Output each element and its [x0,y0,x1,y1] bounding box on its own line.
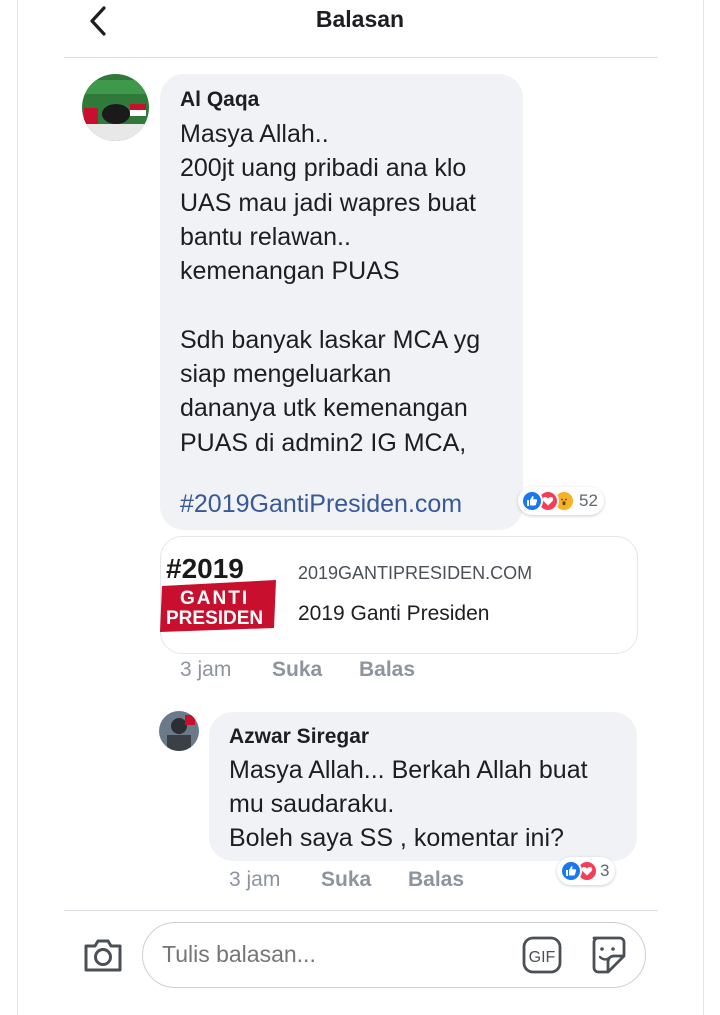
hashtag-link[interactable]: #2019GantiPresiden.com [180,490,462,519]
comment-timestamp: 3 jam [180,658,232,681]
composer-divider [64,910,658,911]
reply-reply-button[interactable]: Balas [408,868,464,892]
like-reaction-icon [560,860,582,882]
comment-author[interactable]: Al Qaqa [180,88,259,112]
reply-button[interactable]: Balas [359,658,415,682]
like-reaction-icon [521,490,543,512]
link-domain: 2019GANTIPRESIDEN.COM [298,563,533,583]
reaction-count: 52 [579,491,598,510]
page-title: Balasan [315,6,405,32]
logo-text-year: #2019 [166,553,244,584]
avatar[interactable] [82,74,149,141]
link-preview-logo: #2019 GANTI PRESIDEN [160,552,278,632]
logo-text-ganti: GANTI [180,588,249,609]
reply-input[interactable] [160,940,504,969]
frame-border-right [703,0,704,1015]
reply-reaction-count: 3 [600,861,610,880]
reply-like-button[interactable]: Suka [321,868,371,892]
reply-author[interactable]: Azwar Siregar [229,725,369,749]
reply-text: Masya Allah... Berkah Allah buat mu saud… [229,756,588,852]
reply-timestamp: 3 jam [229,868,281,891]
link-title[interactable]: 2019 Ganti Presiden [298,602,489,626]
gif-label: GIF [529,949,556,966]
reaction-summary[interactable]: 52 [518,487,604,515]
comment-text: Masya Allah.. 200jt uang pribadi ana klo… [180,120,481,457]
reply-reaction-summary[interactable]: 3 [557,857,616,885]
camera-icon[interactable] [82,934,124,974]
sticker-icon[interactable] [586,932,630,976]
gif-button[interactable]: GIF [522,936,562,974]
frame-border-left [17,0,18,1015]
logo-text-presiden: PRESIDEN [166,608,263,629]
reply-avatar[interactable] [159,711,199,751]
header-divider [64,57,658,58]
like-button[interactable]: Suka [272,658,322,682]
